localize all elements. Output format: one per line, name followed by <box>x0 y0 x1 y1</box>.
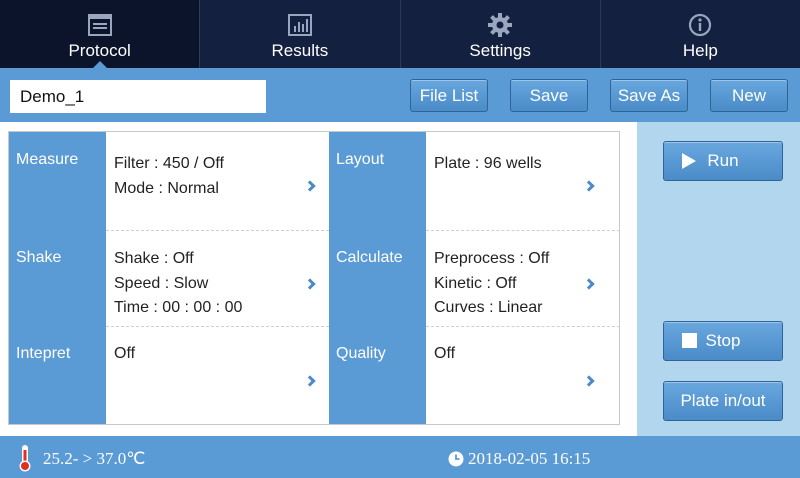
tab-settings-label: Settings <box>469 41 531 60</box>
shake-state-text: Shake : Off <box>114 250 194 267</box>
quality-label: Quality <box>329 326 426 424</box>
status-bar: 25.2- > 37.0℃ 2018-02-05 16:15 <box>0 436 800 478</box>
action-panel: Run Stop Plate in/out <box>637 122 800 436</box>
tab-protocol-label: Protocol <box>68 41 131 60</box>
interpret-section[interactable]: Off <box>106 326 329 424</box>
protocol-icon <box>87 12 112 38</box>
stop-button[interactable]: Stop <box>663 321 783 361</box>
interpret-label: Intepret <box>9 326 106 424</box>
file-list-button[interactable]: File List <box>410 79 488 112</box>
calculate-label: Calculate <box>329 230 426 326</box>
clock-icon <box>448 451 464 472</box>
calculate-curves-text: Curves : Linear <box>434 299 543 316</box>
quality-section[interactable]: Off <box>426 326 621 424</box>
layout-label: Layout <box>329 132 426 230</box>
chart-icon <box>287 12 312 38</box>
run-button[interactable]: Run <box>663 141 783 181</box>
new-button[interactable]: New <box>710 79 788 112</box>
tab-settings[interactable]: Settings <box>401 0 601 68</box>
save-as-button[interactable]: Save As <box>610 79 688 112</box>
measure-section[interactable]: Filter : 450 / Off Mode : Normal <box>106 132 329 230</box>
tab-results[interactable]: Results <box>200 0 401 68</box>
stop-icon <box>682 333 697 348</box>
stop-button-label: Stop <box>705 331 741 350</box>
toolbar: File List Save Save As New <box>0 68 800 122</box>
measure-mode-text: Mode : Normal <box>114 179 219 197</box>
tab-help-label: Help <box>682 41 718 60</box>
save-button[interactable]: Save <box>510 79 588 112</box>
active-tab-caret <box>92 61 107 68</box>
play-icon <box>682 153 696 169</box>
temperature-readout: 25.2- > 37.0℃ <box>43 449 146 468</box>
layout-plate-text: Plate : 96 wells <box>434 155 542 172</box>
plate-in-out-button[interactable]: Plate in/out <box>663 381 783 421</box>
protocol-settings-grid: Measure Filter : 450 / Off Mode : Normal… <box>8 131 620 425</box>
measure-label: Measure <box>9 132 106 230</box>
shake-time-text: Time : 00 : 00 : 00 <box>114 299 243 316</box>
gear-icon <box>487 12 513 38</box>
shake-section[interactable]: Shake : Off Speed : Slow Time : 00 : 00 … <box>106 230 329 326</box>
interpret-value-text: Off <box>114 345 136 362</box>
top-nav: Protocol Results Settings Help <box>0 0 800 68</box>
calculate-preprocess-text: Preprocess : Off <box>434 250 550 267</box>
info-icon <box>688 12 712 38</box>
layout-section[interactable]: Plate : 96 wells <box>426 132 621 230</box>
datetime-readout: 2018-02-05 16:15 <box>468 449 591 468</box>
thermometer-icon <box>17 444 33 477</box>
quality-value-text: Off <box>434 345 456 362</box>
run-button-label: Run <box>707 151 739 170</box>
shake-speed-text: Speed : Slow <box>114 274 209 292</box>
tab-results-label: Results <box>271 41 329 60</box>
tab-help[interactable]: Help <box>601 0 800 68</box>
protocol-name-input[interactable] <box>10 80 266 113</box>
calculate-section[interactable]: Preprocess : Off Kinetic : Off Curves : … <box>426 230 621 326</box>
shake-label: Shake <box>9 230 106 326</box>
tab-protocol[interactable]: Protocol <box>0 0 201 68</box>
measure-filter-text: Filter : 450 / Off <box>114 155 224 172</box>
